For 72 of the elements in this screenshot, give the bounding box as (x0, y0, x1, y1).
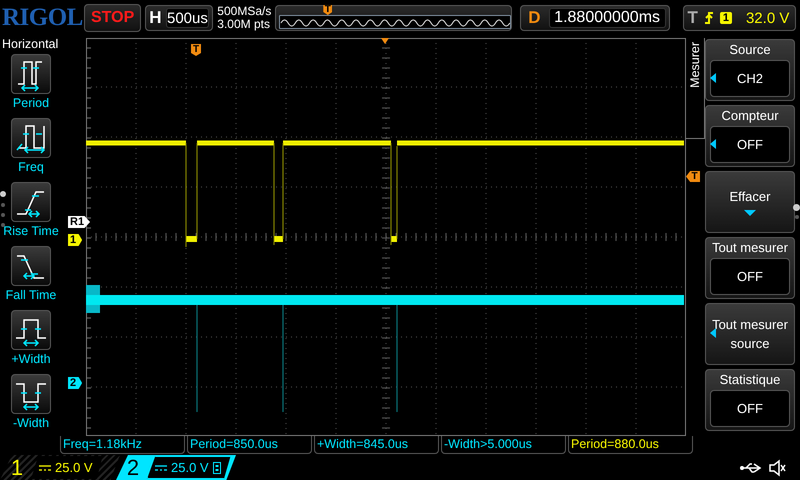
menu-value-text: source (730, 336, 770, 351)
memory-depth: 3.00M pts (217, 18, 271, 31)
measure-button[interactable] (10, 246, 51, 286)
trigger-label: T (687, 8, 698, 28)
channel-number: 1 (10, 455, 24, 480)
menu-button-label: Statistique (720, 371, 780, 389)
down-arrow-icon (744, 210, 756, 216)
channel-number: 2 (126, 455, 140, 480)
measure-button[interactable] (10, 182, 51, 222)
timebase-label: H (149, 8, 162, 28)
menu-label: Rise Time (3, 224, 59, 238)
speaker-muted-icon (768, 458, 786, 476)
measurement-readout: Freq=1.18kHz (60, 436, 185, 454)
measurement-readout: Period=850.0us (187, 436, 312, 454)
measure-button[interactable] (11, 54, 51, 94)
menu-label: Freq (18, 160, 44, 174)
trigger-position-marker: T (323, 5, 332, 15)
rising-edge-icon (704, 11, 714, 25)
channel-scale: 25.0 V (55, 460, 93, 475)
menu-button-label: Source (729, 41, 771, 59)
trigger-marker: T (686, 171, 700, 182)
channel-marker: 1 (68, 234, 82, 246)
left-arrow-icon (710, 139, 716, 149)
delay-value: 1.88000000ms (548, 8, 666, 28)
measurement-readout: -Width>5.000us (441, 436, 566, 454)
menu-button-label: Tout mesurer (712, 317, 788, 332)
trigger-source-badge: 1 (720, 12, 732, 24)
channel-tab[interactable]: 2 25.0 V (116, 455, 236, 480)
menu-value-text: OFF (737, 401, 763, 416)
measure-button[interactable] (11, 310, 51, 350)
menu-label: Fall Time (6, 288, 56, 302)
menu-button-label: Effacer (730, 188, 770, 204)
channel-scale: 25.0 V (171, 460, 209, 475)
measure-button[interactable] (11, 374, 51, 414)
reference-marker: R1 (68, 216, 90, 228)
menu-label: -Width (12, 416, 50, 430)
sample-rate: 500MSa/s (217, 5, 272, 18)
dc-coupling-icon (155, 464, 167, 470)
timebase-panel[interactable]: H 500us (145, 5, 214, 31)
menu-button-label: Compteur (721, 107, 779, 125)
trigger-panel[interactable]: T 1 32.0 V (683, 5, 796, 31)
menu-value-text: CH2 (736, 71, 763, 86)
menu-button[interactable]: Compteur OFF (705, 105, 795, 167)
trigger-level: 32.0 V (746, 10, 790, 26)
brand-logo: RIGOL (2, 4, 80, 32)
menu-button-label: Tout mesurer (712, 239, 788, 257)
menu-button[interactable]: Tout mesurer source (705, 303, 795, 365)
menu-button[interactable]: Statistique OFF (705, 369, 795, 431)
menu-button[interactable]: Source CH2 (705, 39, 795, 101)
delay-label: D (527, 8, 542, 28)
run-state-indicator[interactable]: STOP (84, 4, 142, 32)
delay-panel[interactable]: D 1.88000000ms (520, 5, 670, 31)
menu-value-text: OFF (737, 269, 763, 284)
left-arrow-icon (710, 328, 716, 338)
measurement-readout: Period=880.0us (568, 436, 693, 454)
menu-button[interactable]: Effacer (705, 171, 795, 233)
measure-button[interactable] (11, 118, 51, 158)
trigger-marker: T (191, 44, 201, 56)
menu-button[interactable]: Tout mesurer OFF (705, 237, 795, 299)
menu-title: Mesurer (688, 41, 702, 88)
menu-label: +Width (11, 352, 51, 366)
horizontal-position-icon (381, 38, 389, 44)
menu-label: Period (12, 96, 50, 110)
measurement-readout: +Width=845.0us (314, 436, 439, 454)
usb-icon (740, 462, 762, 474)
left-arrow-icon (710, 73, 716, 83)
timebase-value: 500us (166, 8, 210, 28)
dc-coupling-icon (39, 464, 51, 470)
channel-marker: 2 (68, 377, 82, 389)
menu-title: Horizontal (1, 36, 58, 52)
menu-value-text: OFF (737, 137, 763, 152)
channel-tab[interactable]: 1 25.0 V (0, 455, 120, 480)
